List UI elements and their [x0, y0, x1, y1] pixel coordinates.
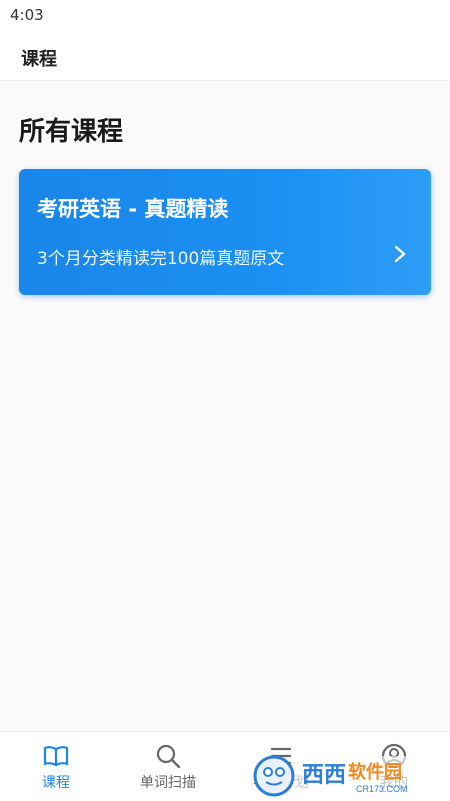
nav-label-word-scan: 单词扫描	[140, 775, 196, 791]
app-title: 课程	[21, 49, 57, 70]
search-icon	[156, 744, 181, 769]
svg-text:软件园: 软件园	[348, 761, 402, 782]
course-subtitle: 3个月分类精读完100篇真题原文	[37, 249, 285, 269]
book-icon	[43, 746, 69, 767]
course-card[interactable]: 考研英语 - 真题精读 3个月分类精读完100篇真题原文	[19, 169, 431, 295]
status-time: 4:03	[10, 6, 44, 24]
course-title: 考研英语 - 真题精读	[37, 197, 229, 221]
nav-item-word-scan[interactable]: 单词扫描	[112, 732, 224, 801]
status-bar: 4:03	[0, 0, 450, 32]
chevron-right-icon	[394, 245, 406, 263]
nav-item-courses[interactable]: 课程	[0, 732, 112, 801]
page-title: 所有课程	[19, 117, 124, 147]
watermark-logo: 西西 软件园 CR173.COM	[253, 755, 446, 797]
app-bar: 课程	[0, 32, 450, 81]
main-content: 所有课程 考研英语 - 真题精读 3个月分类精读完100篇真题原文	[0, 81, 450, 731]
svg-text:西西: 西西	[302, 762, 346, 787]
nav-label-courses: 课程	[42, 775, 70, 791]
svg-text:CR173.COM: CR173.COM	[356, 784, 408, 794]
